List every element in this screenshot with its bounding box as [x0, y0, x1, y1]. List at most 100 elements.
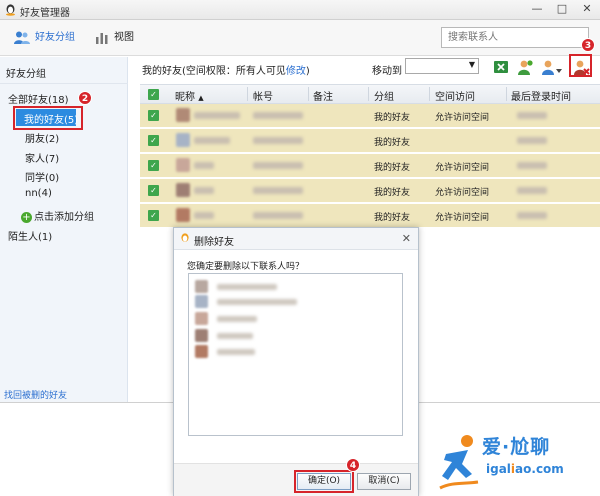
list-item: [195, 345, 395, 359]
row-checkbox[interactable]: ✓: [148, 135, 159, 146]
move-to-label: 移动到: [372, 66, 402, 77]
chevron-down-icon: ▼: [468, 60, 475, 69]
annotation-box-4: [294, 470, 354, 493]
runner-logo-icon: [439, 435, 479, 490]
minimize-button[interactable]: —: [526, 0, 548, 19]
select-all-checkbox[interactable]: ✓: [148, 89, 159, 100]
cancel-button[interactable]: 取消(C): [357, 473, 411, 490]
avatar: [176, 108, 190, 122]
sidebar: 好友分组 全部好友(18) 我的好友(5) 2 朋友(2) 家人(7) 同学(0…: [0, 57, 128, 402]
blurred-last-login: [517, 212, 547, 219]
tab-view-label: 视图: [114, 32, 134, 43]
group-info: 我的好友(空间权限：所有人可见修改): [142, 62, 310, 77]
row-checkbox[interactable]: ✓: [148, 160, 159, 171]
avatar: [176, 208, 190, 222]
title-bar: 好友管理器 — □ ✕: [0, 0, 600, 20]
add-friend-icon[interactable]: [516, 58, 534, 76]
column-header-nickname[interactable]: 昵称 ▲: [175, 88, 204, 103]
list-item: [195, 295, 395, 309]
move-to-select[interactable]: ▼: [405, 58, 479, 74]
blurred-nickname: [194, 162, 214, 169]
toolbar: 好友分组 视图: [0, 20, 600, 56]
avatar: [176, 133, 190, 147]
column-header-account[interactable]: 帐号: [253, 88, 273, 103]
watermark-url: igaliao.com: [486, 462, 564, 476]
blurred-nickname: [194, 187, 214, 194]
sidebar-item-classmates[interactable]: 同学(0): [25, 169, 59, 184]
add-group-button[interactable]: + 点击添加分组: [21, 208, 94, 223]
row-group: 我的好友: [374, 163, 411, 173]
row-space-access: 允许访问空间: [435, 213, 490, 223]
close-button[interactable]: ✕: [576, 0, 598, 19]
list-item: [195, 312, 395, 326]
annotation-box-3: [569, 54, 592, 77]
row-space-access: 允许访问空间: [435, 163, 490, 173]
sidebar-item-family[interactable]: 家人(7): [25, 150, 59, 165]
table-row[interactable]: ✓ 我的好友 允许访问空间: [140, 179, 600, 203]
tab-friend-groups-label: 好友分组: [35, 32, 75, 43]
sidebar-item-friends[interactable]: 朋友(2): [25, 130, 59, 145]
blurred-last-login: [517, 112, 547, 119]
avatar: [195, 345, 208, 358]
blurred-account: [253, 137, 303, 144]
bar-chart-icon: [96, 32, 108, 44]
blurred-nickname: [194, 212, 214, 219]
column-header-group[interactable]: 分组: [374, 88, 394, 103]
row-checkbox[interactable]: ✓: [148, 110, 159, 121]
excel-export-icon[interactable]: [492, 58, 510, 76]
users-icon: [14, 31, 30, 44]
qq-penguin-icon: [181, 233, 189, 242]
list-item: [195, 329, 395, 343]
blurred-name: [217, 299, 297, 305]
tab-view[interactable]: 视图: [95, 30, 134, 46]
avatar: [195, 329, 208, 342]
avatar: [195, 280, 208, 293]
plus-icon: +: [21, 211, 32, 223]
blurred-nickname: [194, 112, 240, 119]
column-separator: [506, 87, 507, 101]
blurred-account: [253, 112, 303, 119]
table-row[interactable]: ✓ 我的好友 允许访问空间: [140, 204, 600, 228]
row-space-access: 允许访问空间: [435, 113, 490, 123]
sidebar-item-all-friends[interactable]: 全部好友(18): [8, 91, 69, 106]
annotation-badge-3: 3: [581, 38, 595, 52]
table-row[interactable]: ✓ 我的好友 允许访问空间: [140, 104, 600, 128]
sidebar-item-strangers[interactable]: 陌生人(1): [8, 228, 52, 243]
dialog-footer: 确定(O) 4 取消(C): [174, 458, 418, 496]
table-row[interactable]: ✓ 我的好友: [140, 129, 600, 153]
column-separator: [247, 87, 248, 101]
table-header: ✓ 昵称 ▲ 帐号 备注 分组 空间访问 最后登录时间: [140, 84, 600, 104]
avatar: [176, 158, 190, 172]
column-header-space-access[interactable]: 空间访问: [435, 88, 475, 103]
avatar: [176, 183, 190, 197]
table-row[interactable]: ✓ 我的好友 允许访问空间: [140, 154, 600, 178]
blurred-name: [217, 333, 253, 339]
divider: [0, 83, 128, 84]
column-header-last-login[interactable]: 最后登录时间: [511, 88, 571, 103]
tab-friend-groups[interactable]: 好友分组: [14, 30, 75, 46]
column-separator: [308, 87, 309, 101]
window-title: 好友管理器: [20, 8, 70, 19]
maximize-button[interactable]: □: [551, 0, 573, 19]
column-header-note[interactable]: 备注: [313, 88, 333, 103]
blurred-account: [253, 162, 303, 169]
blurred-account: [253, 212, 303, 219]
group-info-text: 我的好友(空间权限：所有人可见: [142, 66, 286, 77]
blurred-name: [217, 284, 277, 290]
sidebar-item-nn[interactable]: nn(4): [25, 188, 52, 199]
recover-deleted-friends-link[interactable]: 找回被删的好友: [4, 388, 67, 401]
row-space-access: 允许访问空间: [435, 188, 490, 198]
dialog-question: 您确定要删除以下联系人吗？: [187, 262, 305, 272]
sidebar-header: 好友分组: [6, 69, 46, 80]
annotation-badge-2: 2: [78, 91, 92, 105]
row-checkbox[interactable]: ✓: [148, 185, 159, 196]
manage-friend-icon[interactable]: [541, 58, 563, 76]
column-separator: [429, 87, 430, 101]
avatar: [195, 295, 208, 308]
blurred-account: [253, 187, 303, 194]
contact-list[interactable]: [188, 273, 403, 436]
modify-permission-link[interactable]: 修改: [286, 66, 306, 77]
row-checkbox[interactable]: ✓: [148, 210, 159, 221]
dialog-close-button[interactable]: ✕: [402, 232, 411, 245]
search-input[interactable]: [441, 27, 589, 48]
